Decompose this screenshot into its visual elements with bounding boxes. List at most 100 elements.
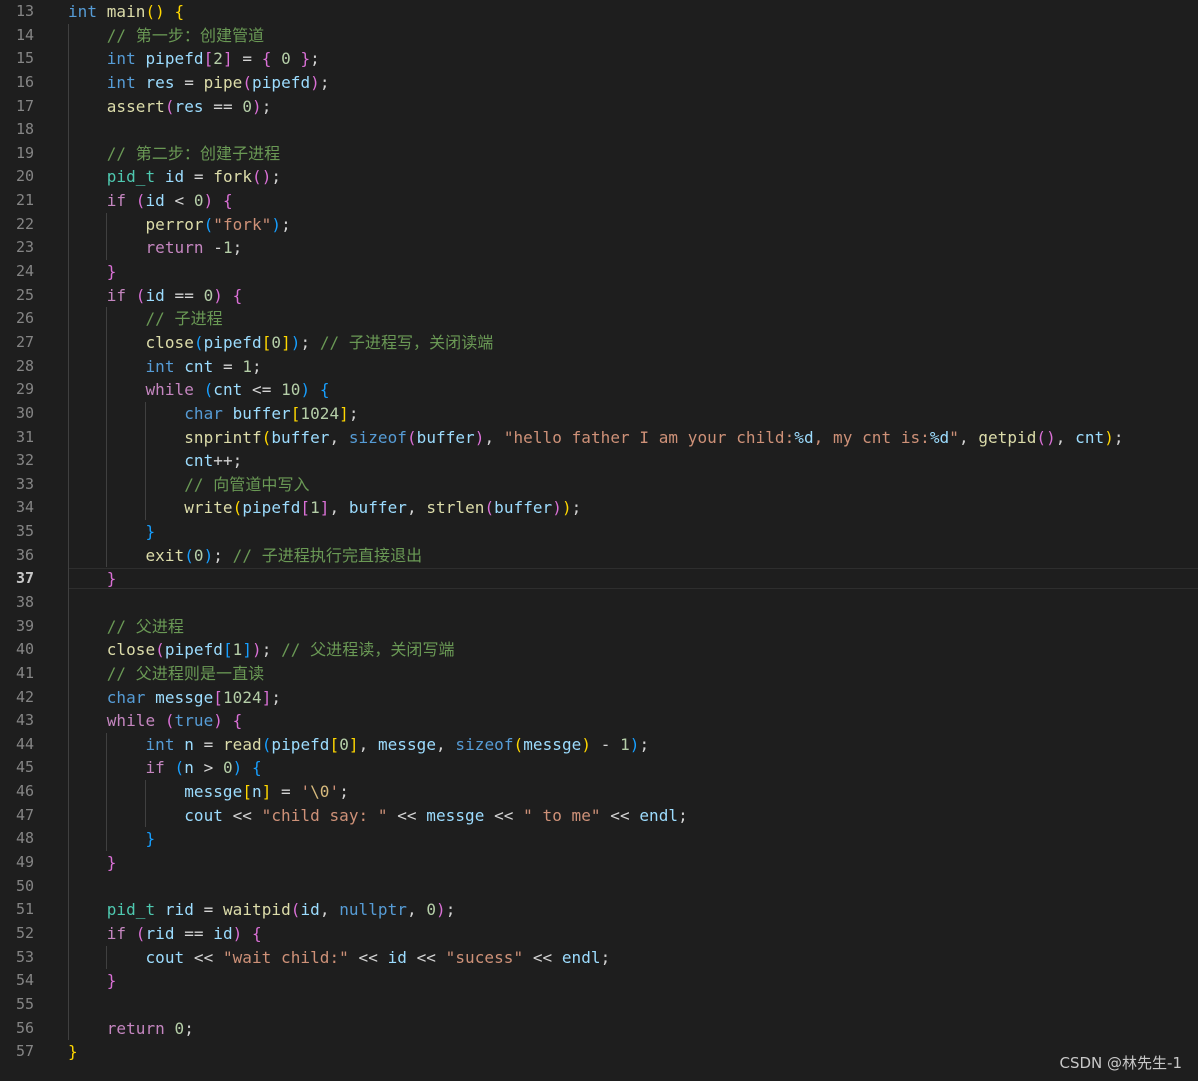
code-token: } <box>106 971 117 991</box>
code-token: int <box>68 2 98 21</box>
code-token: ( <box>164 96 175 116</box>
code-line[interactable]: } <box>68 260 117 284</box>
code-token: { <box>252 758 262 778</box>
code-token: "sucess" <box>445 947 524 967</box>
code-line[interactable]: return -1; <box>68 236 242 260</box>
line-number: 16 <box>15 72 34 91</box>
line-number: 51 <box>15 900 34 919</box>
code-line[interactable]: int n = read(pipefd[0], messge, sizeof(m… <box>68 733 649 757</box>
code-line[interactable]: } <box>68 969 117 993</box>
code-line[interactable]: // 第一步：创建管道 <box>68 24 264 48</box>
code-line[interactable]: exit(0); // 子进程执行完直接退出 <box>68 544 422 568</box>
code-line[interactable]: } <box>68 851 117 875</box>
code-line[interactable]: perror("fork"); <box>68 213 291 237</box>
code-line[interactable]: // 父进程 <box>68 615 184 639</box>
code-token: ( <box>513 734 524 754</box>
code-line[interactable]: } <box>68 567 117 591</box>
code-token: "fork" <box>213 214 272 234</box>
code-line[interactable]: return 0; <box>68 1017 194 1041</box>
code-token: () <box>145 2 165 21</box>
code-line[interactable]: cnt++; <box>68 449 242 473</box>
code-line[interactable]: // 父进程则是一直读 <box>68 662 264 686</box>
code-line[interactable]: int cnt = 1; <box>68 355 262 379</box>
code-line[interactable]: } <box>68 1040 78 1064</box>
code-token: ) <box>252 640 262 660</box>
code-line[interactable]: char messge[1024]; <box>68 686 281 710</box>
code-line[interactable]: int res = pipe(pipefd); <box>68 71 330 95</box>
code-token: return <box>145 238 204 258</box>
code-token: } <box>145 522 156 542</box>
code-line[interactable]: cout << "wait child:" << id << "sucess" … <box>68 946 610 970</box>
line-number: 45 <box>15 758 34 777</box>
code-token: pipefd <box>242 498 301 518</box>
code-token: char <box>106 687 146 707</box>
code-line[interactable]: // 向管道中写入 <box>68 473 310 497</box>
code-line[interactable]: while (cnt <= 10) { <box>68 378 330 402</box>
code-line[interactable]: if (id < 0) { <box>68 189 233 213</box>
code-token: cnt <box>184 356 214 376</box>
code-token: [ <box>203 49 214 69</box>
watermark: CSDN @林先生-1 <box>1059 1054 1183 1072</box>
code-line[interactable]: messge[n] = '\0'; <box>68 780 349 804</box>
code-token: { <box>232 285 243 305</box>
code-token: read <box>222 734 262 754</box>
code-line[interactable]: snprintf(buffer, sizeof(buffer), "hello … <box>68 426 1124 450</box>
code-line[interactable]: while (true) { <box>68 709 243 733</box>
code-line[interactable]: pid_t id = fork(); <box>68 165 281 189</box>
code-token: ( <box>203 380 214 400</box>
code-token: if <box>106 285 127 305</box>
code-token: = <box>193 900 223 920</box>
code-line[interactable]: close(pipefd[0]); // 子进程写，关闭读端 <box>68 331 493 355</box>
code-line[interactable]: int pipefd[2] = { 0 }; <box>68 47 320 71</box>
code-token: } <box>106 853 117 873</box>
code-token: buffer <box>232 403 291 423</box>
code-line[interactable]: int main() { <box>68 0 184 24</box>
code-token: [ <box>300 498 311 518</box>
code-token: if <box>106 923 127 943</box>
line-number: 39 <box>15 616 34 635</box>
code-line[interactable]: write(pipefd[1], buffer, strlen(buffer))… <box>68 496 581 520</box>
code-token: ) <box>252 96 262 116</box>
code-token: ; <box>184 1018 194 1038</box>
code-line[interactable]: } <box>68 520 155 544</box>
code-line[interactable]: } <box>68 827 155 851</box>
line-number: 46 <box>15 782 34 801</box>
code-line[interactable]: if (n > 0) { <box>68 756 262 780</box>
code-token: ) <box>310 72 320 92</box>
line-number: 32 <box>15 451 34 470</box>
code-line[interactable]: // 第二步：创建子进程 <box>68 142 280 166</box>
code-line[interactable]: if (id == 0) { <box>68 284 243 308</box>
code-token: == <box>174 923 214 943</box>
line-number: 53 <box>15 947 34 966</box>
code-editor[interactable]: 13 14 15 16 17 18 19 20 21 22 23 24 25 26 27 28 29 30 31 32… <box>0 0 1198 1081</box>
code-line[interactable]: char buffer[1024]; <box>68 402 359 426</box>
line-number: 33 <box>15 474 34 493</box>
code-line[interactable]: pid_t rid = waitpid(id, nullptr, 0); <box>68 898 456 922</box>
code-token: int <box>106 72 136 92</box>
code-token: , <box>406 900 427 920</box>
code-area[interactable]: int main() { // 第一步：创建管道 int pipefd[2] =… <box>68 0 1193 1081</box>
code-line[interactable]: close(pipefd[1]); // 父进程读，关闭写端 <box>68 638 455 662</box>
code-token: ] <box>242 640 253 660</box>
code-line[interactable]: // 子进程 <box>68 307 223 331</box>
code-line[interactable]: assert(res == 0); <box>68 95 272 119</box>
code-token: strlen <box>426 498 485 518</box>
code-line[interactable]: if (rid == id) { <box>68 922 262 946</box>
code-line[interactable]: cout << "child say: " << messge << " to … <box>68 804 688 828</box>
code-token: id <box>300 900 320 920</box>
code-token: return <box>106 1018 165 1038</box>
